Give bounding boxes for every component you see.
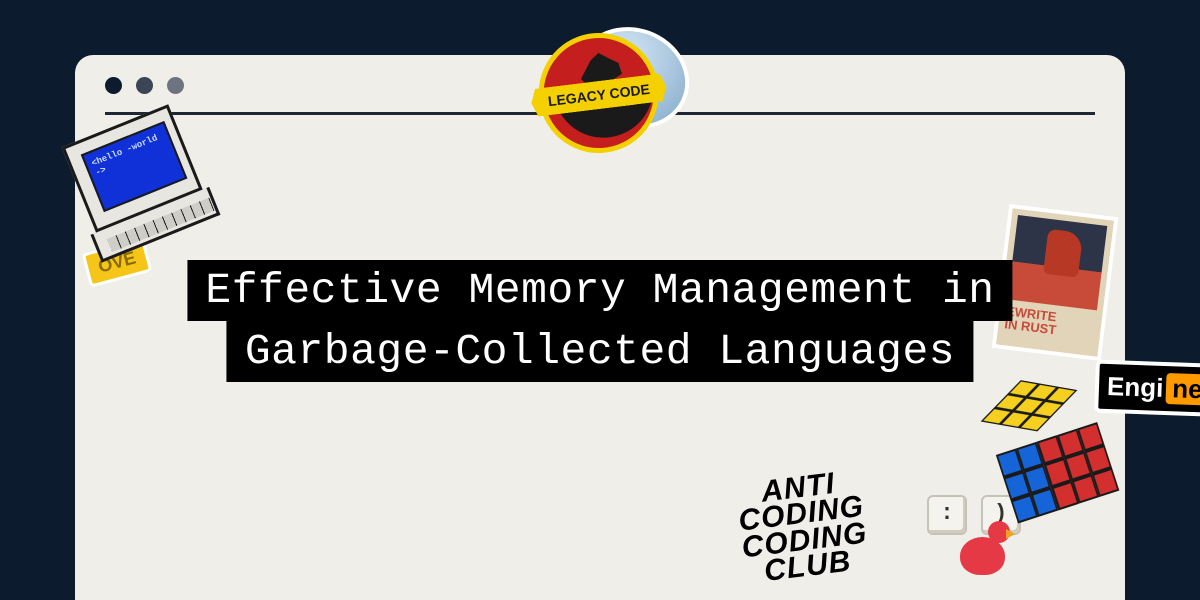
smiley-keys-sticker: : ): [925, 495, 1023, 535]
title-line-2: Garbage-Collected Languages: [227, 321, 973, 382]
anti-coding-club-sticker: ANTI CODING CODING CLUB: [734, 468, 872, 588]
rust-poster-art: [1008, 215, 1108, 310]
chicken-icon: [960, 525, 1015, 575]
traffic-light-minimize: [136, 77, 153, 94]
legacy-code-sticker: LEGACY CODE: [535, 27, 692, 137]
page-title: Effective Memory Management in Garbage-C…: [187, 260, 1012, 382]
computer-screen-text: <hello -world ->: [81, 121, 188, 212]
traffic-light-close: [105, 77, 122, 94]
traffic-light-zoom: [167, 77, 184, 94]
engineer-sticker: Engi nee: [1094, 360, 1200, 418]
title-line-1: Effective Memory Management in: [187, 260, 1012, 321]
